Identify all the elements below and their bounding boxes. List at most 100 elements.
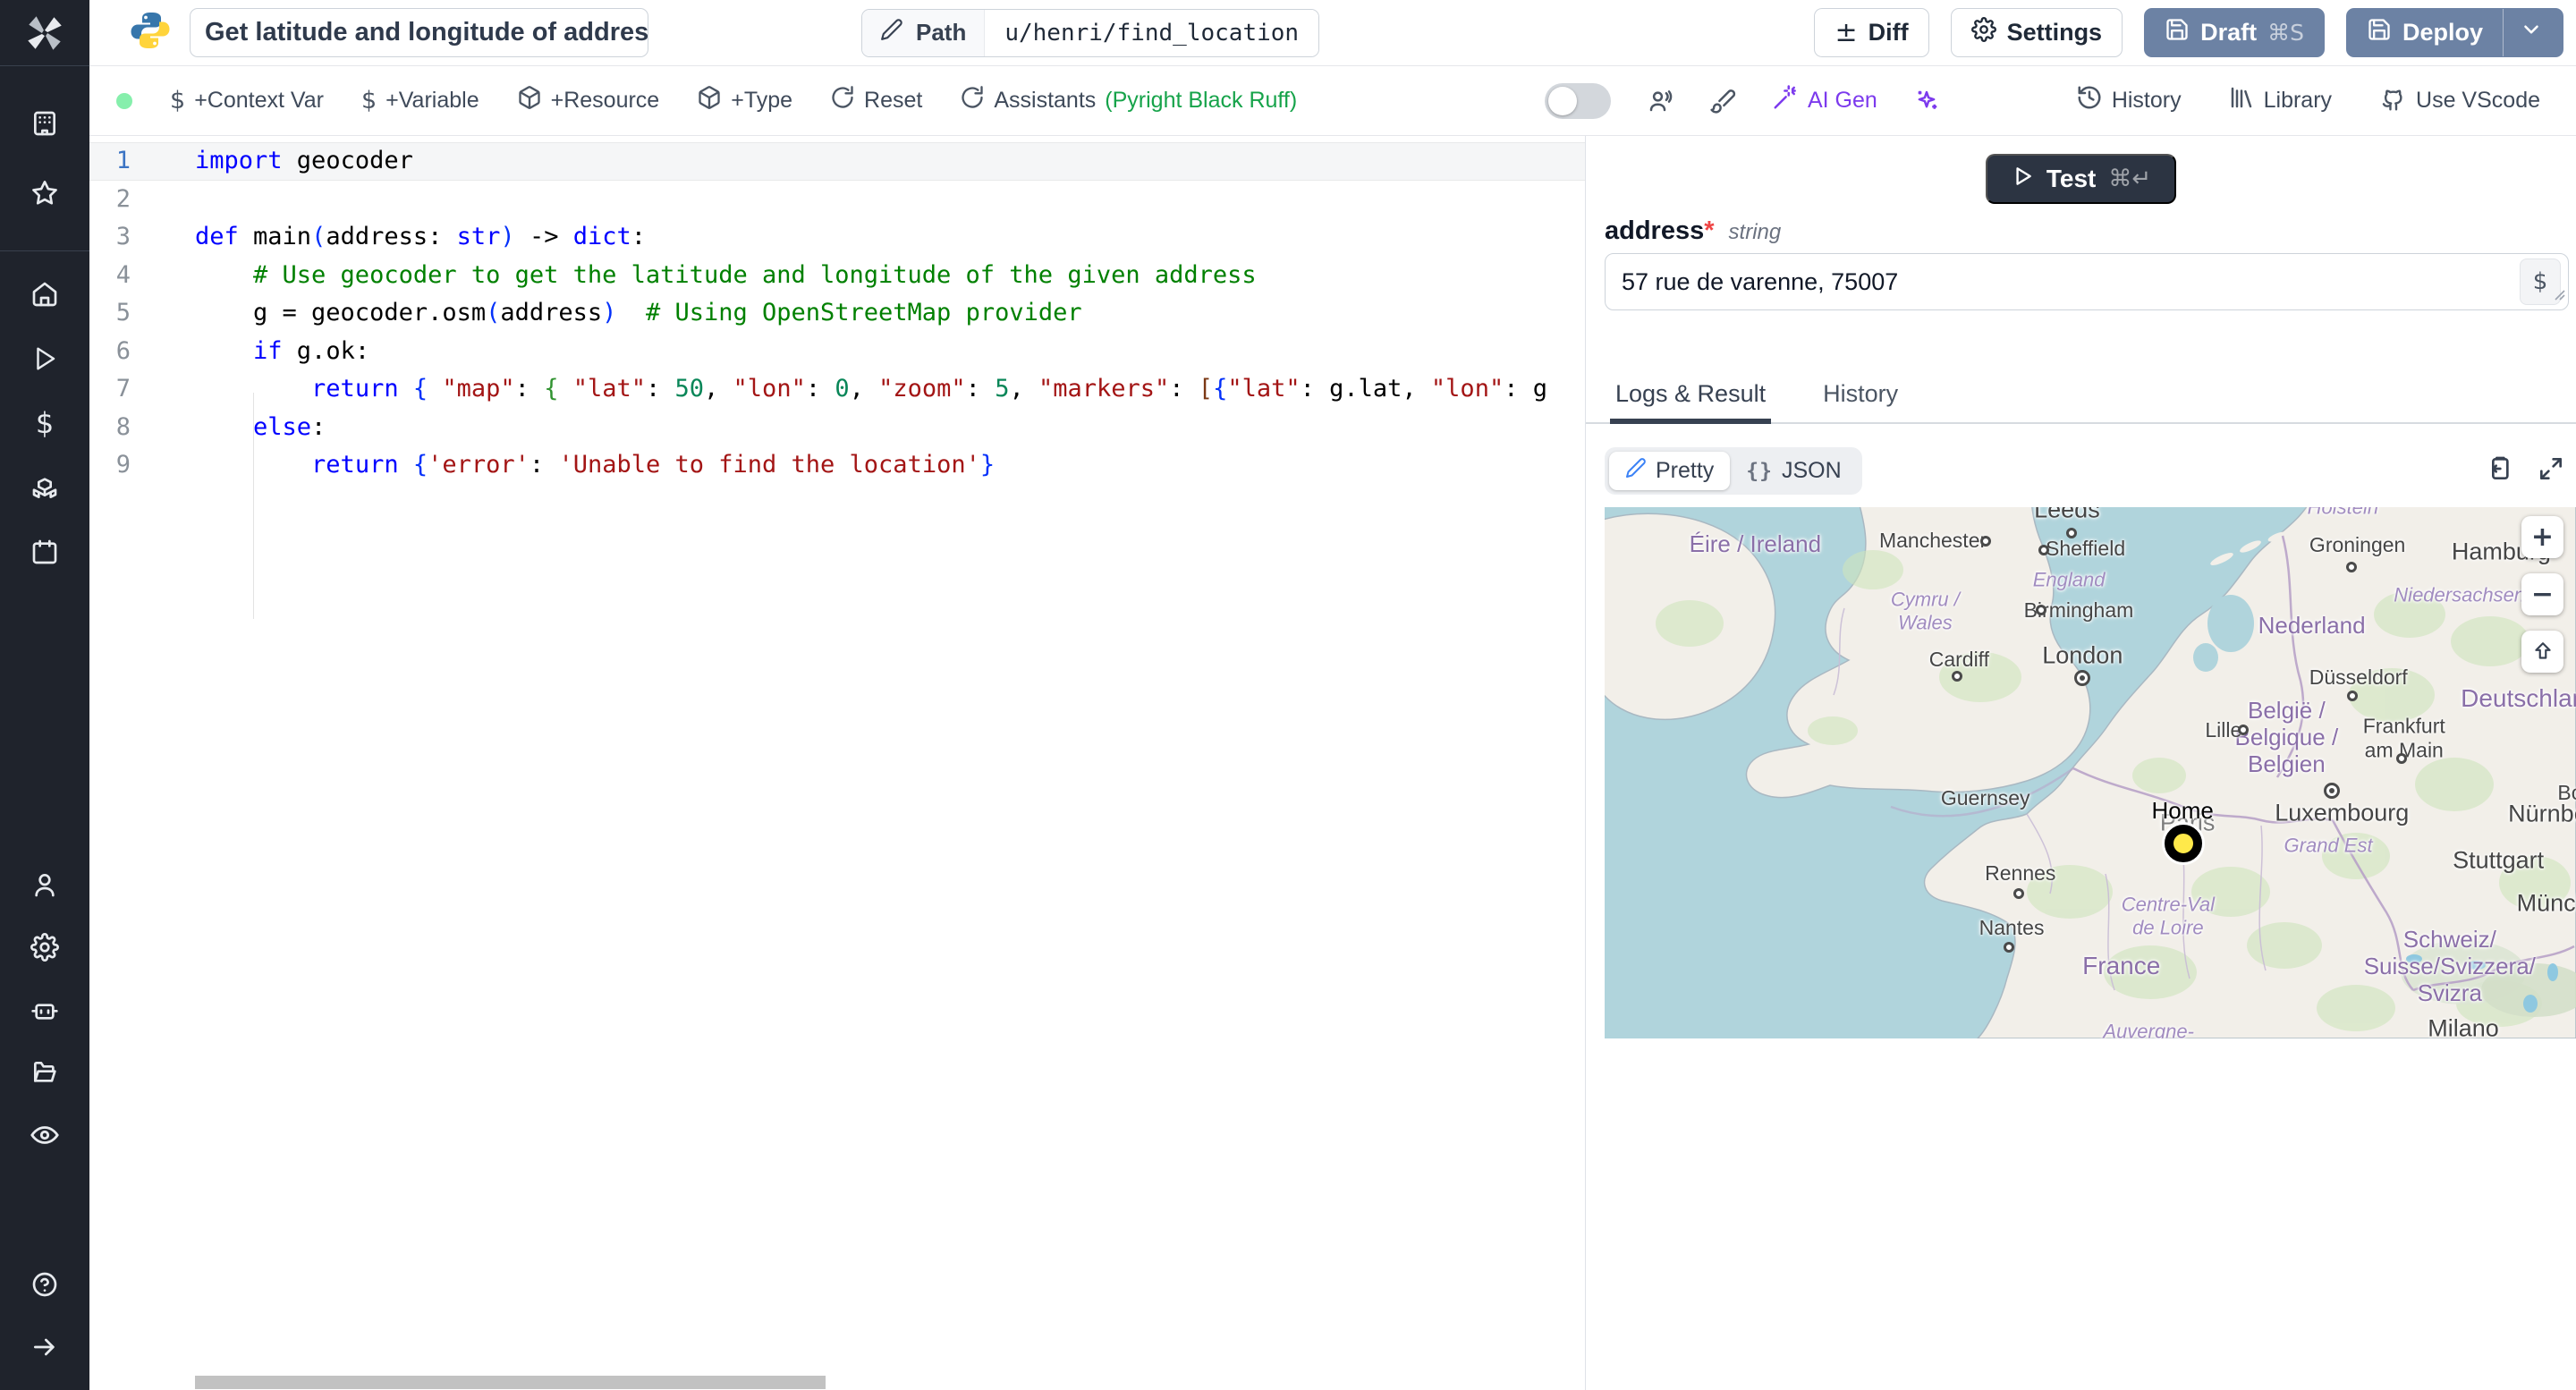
- map-label: Guernsey: [1940, 785, 2030, 809]
- map-label: Sheffield: [2046, 537, 2126, 561]
- map-label: Nürnberg: [2508, 800, 2576, 827]
- draft-shortcut: ⌘S: [2267, 20, 2304, 46]
- map-controls: + −: [2521, 516, 2563, 673]
- sidebar-item-folders[interactable]: [30, 1053, 60, 1092]
- city-dot: [2395, 752, 2407, 764]
- tab-logs-result[interactable]: Logs & Result: [1609, 380, 1772, 424]
- sidebar-item-resources[interactable]: [30, 468, 59, 507]
- sidebar-item-runs[interactable]: [30, 339, 59, 378]
- map-label: Éire / Ireland: [1689, 530, 1822, 557]
- sidebar-item-workers[interactable]: [30, 990, 60, 1030]
- map-label: Schweiz/Suisse/Svizzera/Svizra: [2363, 925, 2536, 1006]
- city-dot: [2012, 887, 2024, 899]
- code-area[interactable]: 1 import geocoder 2 3 def main(address: str)…: [89, 136, 1585, 1390]
- chevron-down-icon[interactable]: [2520, 18, 2543, 47]
- sidebar: $: [0, 0, 89, 1390]
- map-fit-bounds-button[interactable]: [2521, 631, 2563, 673]
- view-pretty-button[interactable]: Pretty: [1609, 452, 1731, 490]
- city-dot: [1979, 536, 1991, 547]
- add-resource-button[interactable]: +Resource: [517, 85, 659, 116]
- add-context-var-button[interactable]: $ +Context Var: [170, 87, 324, 114]
- reset-button[interactable]: Reset: [830, 85, 922, 116]
- line-number: 9: [115, 451, 131, 479]
- horizontal-scrollbar[interactable]: [195, 1376, 826, 1389]
- sparkles-icon[interactable]: [1913, 88, 1940, 114]
- code-line[interactable]: 4 # Use geocoder to get the latitude and…: [89, 257, 1585, 295]
- required-asterisk: *: [1704, 216, 1715, 245]
- code-line[interactable]: 9 return {'error': 'Unable to find the l…: [89, 446, 1585, 485]
- expand-result-icon[interactable]: [2537, 454, 2565, 487]
- map-label: Cymru / Wales: [1890, 589, 1960, 634]
- map-label: London: [2042, 641, 2123, 669]
- city-dot: [2003, 941, 2014, 953]
- code-line[interactable]: 3 def main(address: str) -> dict:: [89, 218, 1585, 257]
- code-line[interactable]: 5 g = geocoder.osm(address) # Using Open…: [89, 294, 1585, 333]
- line-number: 1: [115, 147, 131, 174]
- map-label: Centre-Val de Loire: [2121, 894, 2216, 939]
- python-logo-icon: [129, 9, 172, 56]
- format-brush-icon[interactable]: [1709, 88, 1736, 114]
- draft-button[interactable]: Draft ⌘S: [2144, 8, 2325, 57]
- city-dot: [2237, 725, 2249, 736]
- city-dot: [2346, 562, 2358, 573]
- test-button[interactable]: Test ⌘↵: [1985, 154, 2177, 204]
- map-label: Düsseldorf: [2309, 665, 2408, 689]
- use-vscode-button[interactable]: Use VScode: [2378, 83, 2540, 118]
- capital-city-dot: [2074, 670, 2091, 687]
- code-line[interactable]: 8 else:: [89, 409, 1585, 447]
- copy-result-icon[interactable]: [2485, 454, 2513, 487]
- ai-gen-button[interactable]: AI Gen: [1772, 84, 1877, 117]
- sidebar-item-settings[interactable]: [30, 928, 60, 967]
- add-type-button[interactable]: +Type: [697, 85, 792, 116]
- multiplayer-toggle[interactable]: [1544, 82, 1611, 119]
- sidebar-item-favorites[interactable]: [30, 174, 59, 213]
- code-line[interactable]: 6 if g.ok:: [89, 333, 1585, 371]
- map-zoom-out-button[interactable]: −: [2521, 573, 2563, 615]
- city-dot: [1952, 671, 1963, 682]
- path-widget[interactable]: Path u/henri/find_location: [861, 8, 1320, 57]
- map-label: Cardiff: [1928, 647, 1990, 671]
- code-line[interactable]: 1 import geocoder: [89, 142, 1585, 181]
- code-line[interactable]: 7 return { "map": { "lat": 50, "lon": 0,…: [89, 370, 1585, 409]
- sidebar-item-variables[interactable]: $: [30, 403, 59, 443]
- history-button[interactable]: History: [2076, 84, 2182, 117]
- deploy-button[interactable]: Deploy: [2345, 8, 2563, 57]
- address-input[interactable]: 57 rue de varenne, 75007 $: [1605, 253, 2569, 310]
- city-dot: [2035, 605, 2046, 616]
- result-tabs: Logs & Result History: [1586, 380, 2576, 424]
- path-label: Path: [916, 19, 967, 46]
- sidebar-item-workspace[interactable]: [30, 104, 59, 143]
- map-zoom-in-button[interactable]: +: [2521, 516, 2563, 558]
- tab-history[interactable]: History: [1823, 380, 1898, 422]
- library-button[interactable]: Library: [2228, 84, 2332, 117]
- city-dot: [2066, 528, 2078, 539]
- map-label: Manchester: [1878, 529, 1987, 553]
- multiplayer-icon[interactable]: [1647, 88, 1674, 114]
- diff-button[interactable]: ± Diff: [1814, 8, 1929, 57]
- help-icon[interactable]: [30, 1265, 59, 1304]
- add-variable-button[interactable]: $ +Variable: [361, 87, 479, 114]
- code-line[interactable]: 2: [89, 181, 1585, 219]
- sidebar-item-users[interactable]: [30, 865, 60, 904]
- windmill-logo-icon[interactable]: [0, 0, 89, 66]
- map-label: Holstein: [2308, 507, 2378, 519]
- map-label: Bo: [2557, 780, 2576, 804]
- expand-sidebar-icon[interactable]: [30, 1327, 59, 1367]
- map-label: Groningen: [2309, 532, 2406, 556]
- map-label: Lille: [2205, 717, 2242, 742]
- indent-guide: [253, 393, 254, 619]
- resize-handle-icon[interactable]: [2553, 279, 2565, 307]
- windmill-app: $ Get latitude and longitude of address …: [0, 0, 2576, 1390]
- map-label: Nederland: [2258, 612, 2366, 640]
- capital-city-dot: [2324, 782, 2341, 799]
- view-json-button[interactable]: {} JSON: [1730, 453, 1857, 489]
- result-map[interactable]: + − Éire / Ireland Manchester Leeds Sheffie…: [1605, 507, 2576, 1038]
- home-marker[interactable]: [2165, 825, 2203, 862]
- assistants-button[interactable]: Assistants (Pyright Black Ruff): [960, 85, 1297, 116]
- assistants-detail: (Pyright Black Ruff): [1105, 88, 1298, 113]
- sidebar-item-home[interactable]: [30, 275, 59, 314]
- settings-button[interactable]: Settings: [1950, 8, 2123, 57]
- sidebar-item-schedules[interactable]: [30, 532, 59, 572]
- sidebar-item-audit-logs[interactable]: [30, 1115, 60, 1155]
- script-title-input[interactable]: Get latitude and longitude of address: [190, 8, 648, 57]
